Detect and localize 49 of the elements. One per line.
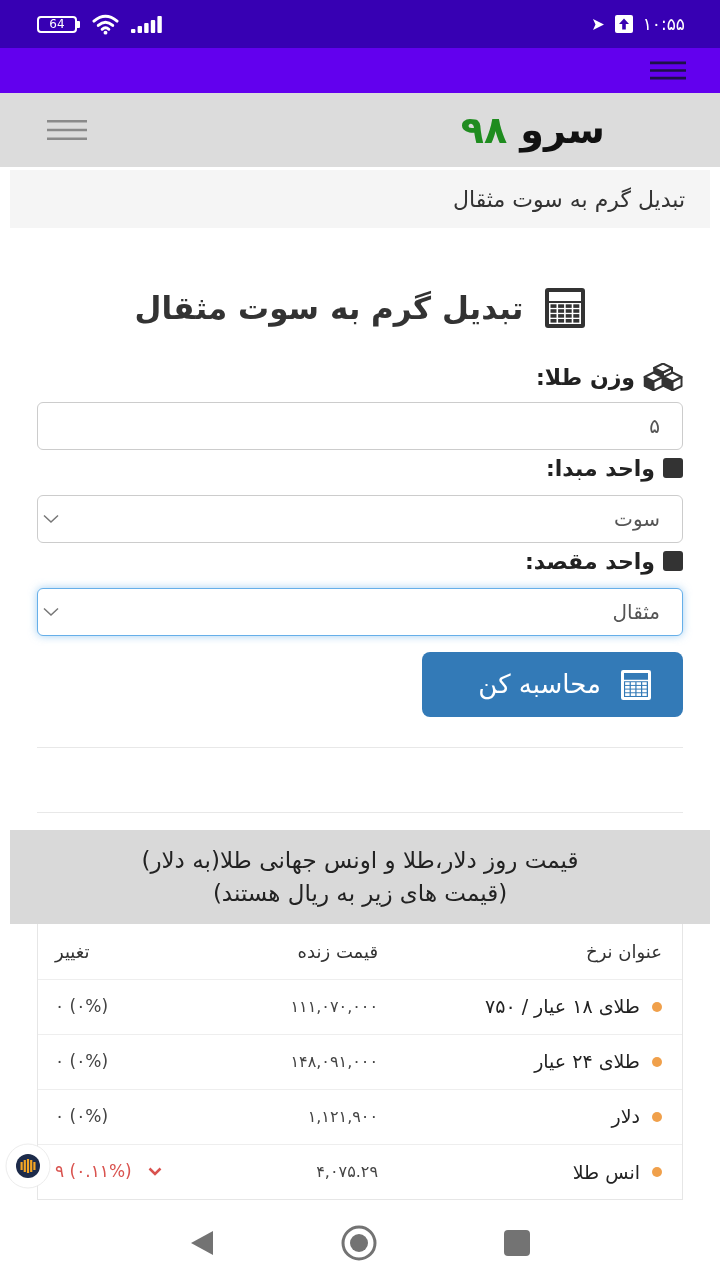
calculator-icon bbox=[545, 288, 586, 328]
send-icon bbox=[591, 17, 605, 31]
cubes-icon bbox=[643, 363, 683, 391]
column-header: تغییر bbox=[55, 940, 90, 962]
weight-input[interactable]: ۵ bbox=[37, 402, 683, 450]
unit-select[interactable]: سوت bbox=[37, 495, 683, 543]
breadcrumb-text: تبدیل گرم به سوت مثقال bbox=[453, 185, 685, 214]
column-header: عنوان نرخ bbox=[586, 940, 662, 962]
live-price: ۴,۰۷۵.۲۹ bbox=[316, 1161, 378, 1181]
bullet-dot-icon bbox=[652, 1001, 662, 1012]
field-label: واحد مقصد: bbox=[524, 547, 655, 577]
change-value: ۰ (۰%) bbox=[55, 1104, 109, 1128]
bullet-dot-icon bbox=[652, 1111, 662, 1122]
back-icon[interactable] bbox=[190, 1230, 214, 1256]
chevron-down-icon bbox=[147, 1167, 162, 1177]
live-price: ۱۴۸,۰۹۱,۰۰۰ bbox=[290, 1051, 378, 1071]
rate-name: طلای ۱۸ عیار / ۷۵۰ bbox=[485, 994, 640, 1020]
bullet-dot-icon bbox=[652, 1166, 662, 1177]
wifi-icon bbox=[92, 13, 119, 35]
upload-icon bbox=[614, 15, 633, 33]
field-label: واحد مبدا: bbox=[545, 454, 655, 484]
price-section-title: قیمت روز دلار،طلا و اونس جهانی طلا(به دلار) bbox=[140, 846, 580, 876]
chevron-down-icon bbox=[43, 607, 59, 617]
status-time: ۱۰:۵۵ bbox=[642, 15, 685, 33]
menu-icon[interactable] bbox=[650, 61, 686, 80]
field-label: وزن طلا: bbox=[536, 363, 635, 393]
unit-select[interactable]: مثقال bbox=[37, 588, 683, 636]
live-price: ۱۱۱,۰۷۰,۰۰۰ bbox=[290, 996, 378, 1016]
home-icon[interactable] bbox=[341, 1225, 377, 1261]
battery-indicator: 64 bbox=[37, 15, 80, 33]
signal-icon bbox=[131, 15, 162, 33]
rate-name: انس طلا bbox=[572, 1159, 640, 1186]
chevron-down-icon bbox=[43, 514, 59, 524]
rate-name: طلای ۲۴ عیار bbox=[534, 1049, 640, 1075]
change-value: ۹ (۰.۱۱%) bbox=[55, 1160, 132, 1183]
menu-icon[interactable] bbox=[47, 120, 87, 140]
live-price: ۱,۱۲۱,۹۰۰ bbox=[307, 1106, 378, 1126]
floating-widget-icon[interactable] bbox=[5, 1143, 51, 1189]
calculate-button[interactable]: محاسبه کن bbox=[422, 652, 683, 717]
square-icon bbox=[663, 458, 683, 478]
change-value: ۰ (۰%) bbox=[55, 1049, 109, 1073]
page-title: تبدیل گرم به سوت مثقال bbox=[134, 288, 524, 329]
bullet-dot-icon bbox=[652, 1056, 662, 1067]
change-value: ۰ (۰%) bbox=[55, 994, 109, 1018]
square-icon bbox=[663, 551, 683, 571]
calculator-icon bbox=[621, 669, 651, 700]
column-header: قیمت زنده bbox=[297, 940, 378, 962]
rate-name: دلار bbox=[611, 1104, 640, 1130]
price-section-note: (قیمت های زیر به ریال هستند) bbox=[211, 879, 509, 909]
